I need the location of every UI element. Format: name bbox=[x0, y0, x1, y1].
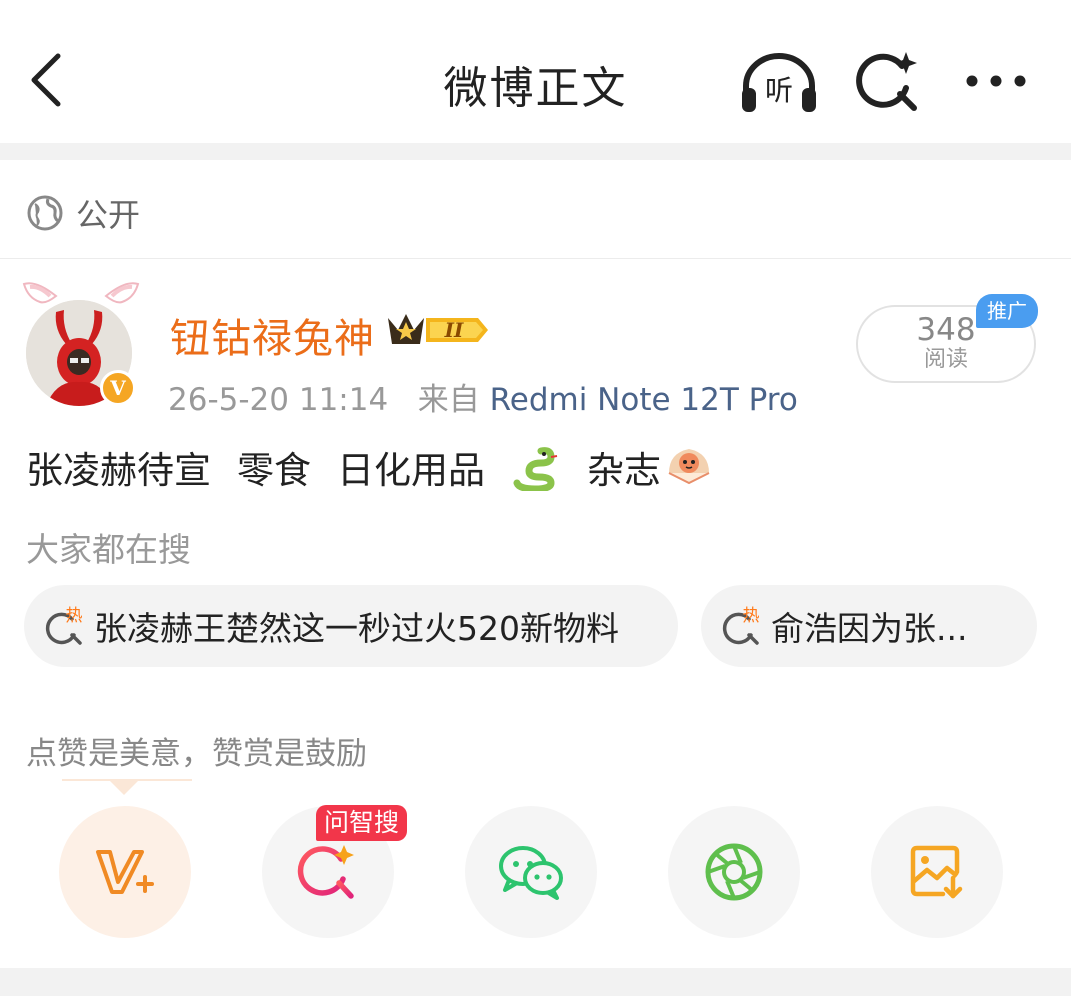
post-content: 张凌赫待宣 零食 日化用品 杂志 bbox=[26, 440, 741, 494]
trending-chip[interactable]: 热 张凌赫王楚然这一秒过火520新物料 bbox=[24, 585, 678, 667]
share-moments-button[interactable] bbox=[668, 806, 800, 938]
content-text: 零食 bbox=[237, 449, 311, 492]
read-label: 阅读 bbox=[923, 347, 968, 372]
source-prefix: 来自 bbox=[417, 382, 480, 418]
trending-text: 俞浩因为张... bbox=[771, 609, 968, 648]
privacy-bar bbox=[0, 160, 1071, 259]
snake-emoji-icon bbox=[513, 447, 558, 491]
trending-chip[interactable]: 热 俞浩因为张... bbox=[701, 585, 1037, 667]
save-image-button[interactable] bbox=[871, 806, 1003, 938]
content-text: 杂志 bbox=[587, 449, 661, 492]
fan-character-emoji-icon bbox=[668, 449, 710, 485]
more-options-icon[interactable] bbox=[963, 66, 1029, 96]
member-crown-badge-icon: II bbox=[388, 314, 488, 344]
share-wechat-button[interactable] bbox=[465, 806, 597, 938]
hot-tag: 热 bbox=[66, 606, 83, 626]
hot-search-icon: 热 bbox=[722, 606, 760, 645]
v-plus-reward-icon bbox=[96, 850, 154, 894]
source-device-link[interactable]: Redmi Note 12T Pro bbox=[490, 382, 798, 418]
moments-aperture-icon bbox=[705, 843, 763, 901]
promote-badge[interactable]: 推广 bbox=[976, 294, 1038, 328]
post-time: 26-5-20 11:14 bbox=[168, 382, 389, 418]
hot-search-icon: 热 bbox=[45, 606, 83, 645]
privacy-label: 公开 bbox=[76, 196, 141, 234]
reward-button[interactable] bbox=[59, 806, 191, 938]
save-image-icon bbox=[910, 845, 963, 899]
username[interactable]: 钮钴禄兔神 bbox=[170, 306, 375, 364]
top-nav-bar: 微博正文 听 bbox=[0, 0, 1071, 143]
content-text: 日化用品 bbox=[337, 449, 485, 492]
ai-search-magnifier-icon bbox=[297, 845, 354, 899]
section-divider bbox=[0, 968, 1071, 996]
reward-title: 点赞是美意，赞赏是鼓励 bbox=[26, 736, 367, 772]
globe-icon bbox=[27, 195, 63, 231]
ai-search-badge: 问智搜 bbox=[316, 805, 408, 841]
hot-tag: 热 bbox=[743, 606, 760, 626]
trending-title: 大家都在搜 bbox=[26, 530, 191, 569]
trending-text: 张凌赫王楚然这一秒过火520新物料 bbox=[94, 609, 619, 648]
user-avatar[interactable]: V bbox=[16, 278, 146, 408]
listen-label: 听 bbox=[765, 74, 793, 107]
listen-headphones-icon[interactable]: 听 bbox=[738, 50, 820, 114]
post-meta: 26-5-20 11:14 来自 Redmi Note 12T Pro bbox=[168, 374, 798, 419]
verified-v-badge: V bbox=[100, 370, 136, 406]
wechat-icon bbox=[499, 846, 563, 900]
content-text: 张凌赫待宣 bbox=[26, 449, 211, 492]
privacy-indicator: 公开 bbox=[26, 190, 140, 236]
member-level: II bbox=[444, 318, 464, 342]
section-divider bbox=[0, 143, 1071, 160]
ai-search-icon[interactable] bbox=[856, 48, 922, 114]
tooltip-pointer bbox=[110, 781, 138, 795]
